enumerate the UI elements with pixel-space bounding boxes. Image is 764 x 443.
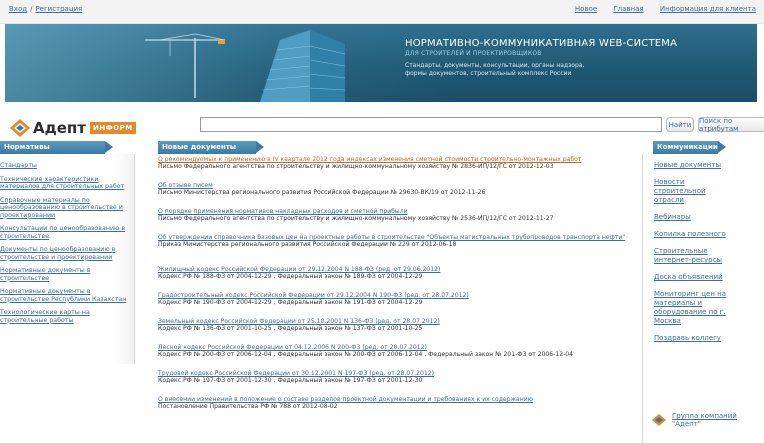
company-logo-icon — [652, 414, 666, 426]
company-name: "Адепт" — [672, 420, 702, 428]
banner-title: НОРМАТИВНО-КОММУНИКАТИВНАЯ WEB-СИСТЕМА — [405, 38, 678, 49]
right-sidebar: Новые документы Новости строительной отр… — [642, 154, 764, 443]
banner-description-line: формы документов, строительный комплекс … — [405, 70, 572, 77]
sidebar-item-technology-cards[interactable]: Технологические карты на строительные ра… — [0, 309, 130, 324]
nav-link-new[interactable]: Новое — [575, 5, 597, 13]
document-link[interactable]: Трудовой кодекс Российской Федерации от … — [158, 370, 638, 377]
list-item: Об утверждении справочника базовых цен н… — [158, 234, 638, 266]
document-description: Кодекс РФ № 197-ФЗ от 2001-12-30 , Федер… — [158, 377, 423, 384]
auth-separator: / — [30, 5, 33, 13]
sidebar-item-material-specs[interactable]: Технические характеристики материалов дл… — [0, 176, 130, 191]
sidebar-item-congratulate-colleague[interactable]: Поздравь коллегу — [654, 334, 732, 343]
sidebar-item-regulatory-documents[interactable]: Нормативные документы в строительстве — [0, 267, 130, 282]
sidebar-item-useful-collection[interactable]: Копилка полезного — [654, 230, 732, 239]
crane-illustration — [145, 33, 226, 98]
sidebar-item-webinars[interactable]: Вебинары — [654, 213, 732, 222]
sidebar-item-kazakhstan-documents[interactable]: Нормативные документы в строительстве Ре… — [0, 288, 130, 303]
sidebar-item-bulletin-board[interactable]: Доска объявлений — [654, 273, 732, 282]
panel-header-new-documents: Новые документы — [158, 141, 264, 154]
document-description: Приказ Министерства регионального развит… — [158, 241, 457, 248]
document-link[interactable]: О внесении изменений в положение о соста… — [158, 396, 638, 403]
header-arrow-icon — [718, 141, 726, 153]
nav-link-client-info[interactable]: Информация для клиента — [660, 5, 756, 13]
document-description: Кодекс РФ № 190-ФЗ от 2004-12-29 , Федер… — [158, 299, 423, 306]
document-link[interactable]: О порядке применения нормативов накладны… — [158, 208, 638, 215]
document-description: Письмо Федерального агентства по строите… — [158, 163, 554, 170]
list-item: О порядке применения нормативов накладны… — [158, 208, 638, 234]
document-link[interactable]: Градостроительный кодекс Российской Феде… — [158, 292, 638, 299]
sidebar-item-internet-resources[interactable]: Строительные интернет-ресурсы — [654, 247, 732, 265]
document-description: Кодекс РФ № 188-ФЗ от 2004-12-29 , Федер… — [158, 273, 423, 280]
document-link[interactable]: Жилищный кодекс Российской Федерации от … — [158, 266, 638, 273]
list-item: Земельный кодекс Российской Федерации от… — [158, 318, 638, 344]
header-arrow-icon — [105, 141, 113, 153]
document-link[interactable]: О рекомендуемых к применению в IV кварта… — [158, 156, 638, 163]
company-block: Группа компаний "Адепт" — [652, 412, 737, 428]
search-input[interactable] — [200, 117, 662, 132]
sidebar-item-pricing-documents[interactable]: Документы по ценообразованию в строитель… — [0, 246, 130, 261]
panel-header-communications: Коммуникации — [653, 141, 726, 154]
list-item: О внесении изменений в положение о соста… — [158, 396, 638, 422]
document-description: Письмо Федерального агентства по строите… — [158, 215, 554, 222]
document-link[interactable]: Земельный кодекс Российской Федерации от… — [158, 318, 638, 325]
document-description: Кодекс РФ № 136-ФЗ от 2001-10-25 , Федер… — [158, 325, 423, 332]
sidebar-item-price-monitoring[interactable]: Мониторинг цен на материалы и оборудован… — [654, 290, 732, 326]
new-documents-list: О рекомендуемых к применению в IV кварта… — [158, 156, 638, 422]
sidebar-item-pricing-consultations[interactable]: Консультации по ценообразованию в строит… — [0, 225, 130, 240]
banner-description-line: Стандарты, документы, консультации, орга… — [405, 62, 585, 69]
site-logo[interactable]: Адепт ИНФОРМ — [10, 118, 136, 138]
banner-sky — [5, 24, 757, 102]
sidebar-item-industry-news[interactable]: Новости строительной отрасли — [654, 178, 732, 205]
register-link[interactable]: Регистрация — [35, 5, 82, 13]
list-item: Жилищный кодекс Российской Федерации от … — [158, 266, 638, 292]
nav-link-home[interactable]: Главная — [613, 5, 643, 13]
logo-badge: ИНФОРМ — [89, 122, 136, 134]
sidebar-item-pricing-references[interactable]: Справочные материалы по ценообразованию … — [0, 197, 130, 220]
list-item: Трудовой кодекс Российской Федерации от … — [158, 370, 638, 396]
building-illustration — [260, 30, 346, 102]
panel-header-label: Нормативы — [4, 143, 50, 151]
left-sidebar: Стандарты Технические характеристики мат… — [0, 154, 135, 364]
document-link[interactable]: Об утверждении справочника базовых цен н… — [158, 234, 638, 241]
document-description: Кодекс РФ № 200-ФЗ от 2006-12-04 , Федер… — [158, 351, 574, 358]
document-link[interactable]: Об отзыве писем — [158, 182, 638, 189]
company-text: Группа компаний "Адепт" — [672, 412, 737, 428]
logo-diamond-icon — [10, 119, 30, 137]
company-group-link[interactable]: Группа компаний — [672, 412, 737, 420]
top-bar: Вход / Регистрация Новое Главная Информаци… — [0, 0, 764, 24]
document-description: Письмо Министерства регионального развит… — [158, 189, 486, 196]
panel-header-label: Коммуникации — [657, 143, 718, 151]
document-description: Постановление Правительства РФ № 788 от … — [158, 403, 338, 410]
banner-description: Стандарты, документы, консультации, орга… — [405, 62, 635, 78]
attribute-search-button[interactable]: Поиск по атрибутам — [698, 117, 764, 133]
logo-name: Адепт — [33, 119, 86, 137]
find-button[interactable]: Найти — [666, 117, 694, 132]
list-item: Об отзыве писем Письмо Министерства реги… — [158, 182, 638, 208]
list-item: Лесной кодекс Российской Федерации от 04… — [158, 344, 638, 370]
auth-links: Вход / Регистрация — [9, 5, 82, 13]
login-link[interactable]: Вход — [9, 5, 27, 13]
sidebar-item-standards[interactable]: Стандарты — [0, 162, 130, 170]
list-item: Градостроительный кодекс Российской Феде… — [158, 292, 638, 318]
banner-subtitle: ДЛЯ СТРОИТЕЛЕЙ И ПРОЕКТИРОВЩИКОВ — [405, 50, 542, 57]
top-nav: Новое Главная Информация для клиента — [561, 5, 756, 13]
sidebar-item-new-documents[interactable]: Новые документы — [654, 161, 732, 170]
header-arrow-icon — [256, 141, 264, 153]
panel-header-normatives: Нормативы — [0, 141, 113, 154]
header-banner: НОРМАТИВНО-КОММУНИКАТИВНАЯ WEB-СИСТЕМА Д… — [5, 24, 757, 102]
document-link[interactable]: Лесной кодекс Российской Федерации от 04… — [158, 344, 638, 351]
panel-header-label: Новые документы — [162, 143, 237, 151]
list-item: О рекомендуемых к применению в IV кварта… — [158, 156, 638, 182]
